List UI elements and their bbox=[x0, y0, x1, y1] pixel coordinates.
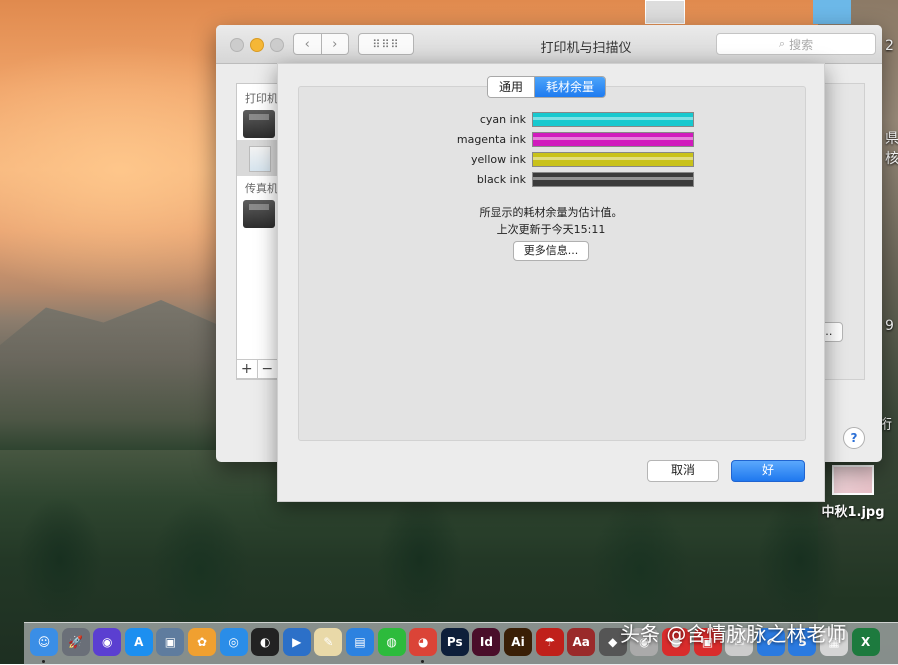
fax-printer-icon[interactable] bbox=[243, 200, 275, 228]
indesign-icon[interactable]: Id bbox=[472, 628, 501, 656]
last-updated-note: 上次更新于今天15:11 bbox=[496, 223, 606, 236]
desktop-text-fragment: 2 bbox=[885, 38, 894, 54]
image-file-icon bbox=[832, 465, 874, 495]
running-indicator bbox=[42, 660, 45, 663]
navigation-buttons: ‹ › bbox=[293, 33, 349, 55]
illustrator-icon[interactable]: Ai bbox=[504, 628, 532, 656]
desktop-file-name: 中秋1.jpg bbox=[821, 505, 885, 520]
desktop-text-fragment: 核 bbox=[885, 151, 898, 167]
chevron-right-icon: › bbox=[332, 36, 338, 52]
fax-section-label: 传真机 bbox=[245, 182, 278, 195]
ink-level-bar bbox=[532, 111, 694, 127]
remove-printer-button[interactable]: − bbox=[258, 360, 278, 378]
supply-levels-panel: cyan ink magenta ink yellow ink black in… bbox=[298, 86, 806, 441]
watermark-text: 头条 @含情脉脉之林老师 bbox=[620, 622, 847, 646]
supply-levels-sheet: 通用 耗材余量 cyan ink magenta ink yellow ink … bbox=[277, 63, 825, 502]
more-info-button[interactable]: 更多信息... bbox=[513, 241, 589, 261]
help-button[interactable]: ? bbox=[843, 427, 865, 449]
search-placeholder: 搜索 bbox=[789, 37, 814, 52]
ink-level-fill bbox=[533, 132, 693, 146]
acrobat-icon[interactable]: ☂ bbox=[535, 628, 564, 656]
cancel-button[interactable]: 取消 bbox=[647, 460, 719, 482]
ink-row-cyan: cyan ink bbox=[395, 111, 695, 127]
ink-level-fill bbox=[533, 172, 693, 186]
window-title: 打印机与扫描仪 bbox=[540, 41, 632, 56]
ink-level-bar bbox=[532, 131, 694, 147]
minimize-window-button[interactable] bbox=[250, 38, 264, 52]
desktop-folder-thumbnail[interactable] bbox=[813, 0, 851, 24]
dictionary-icon[interactable]: Aa bbox=[567, 628, 596, 656]
photo-printer-icon bbox=[249, 146, 271, 172]
printer-icon[interactable] bbox=[243, 110, 275, 138]
textedit-icon[interactable]: ✎ bbox=[314, 628, 343, 656]
chrome-icon[interactable]: ◕ bbox=[409, 628, 438, 656]
ink-row-magenta: magenta ink bbox=[395, 131, 695, 147]
chevron-left-icon: ‹ bbox=[304, 36, 310, 52]
forward-button[interactable]: › bbox=[321, 33, 349, 55]
ink-label: cyan ink bbox=[479, 112, 526, 126]
ink-label: magenta ink bbox=[456, 132, 526, 146]
ink-row-black: black ink bbox=[395, 171, 695, 187]
back-button[interactable]: ‹ bbox=[293, 33, 322, 55]
ink-label: black ink bbox=[476, 172, 526, 186]
ok-button[interactable]: 好 bbox=[731, 460, 805, 482]
grid-icon: ⠿⠿⠿ bbox=[372, 37, 400, 51]
search-input[interactable]: ⌕ 搜索 bbox=[716, 33, 876, 55]
desktop-text-fragment: 県 bbox=[885, 131, 898, 147]
printers-section-label: 打印机 bbox=[245, 92, 278, 105]
wallpaper-cliff-left bbox=[0, 300, 230, 450]
launchpad-icon[interactable]: 🚀 bbox=[61, 628, 90, 656]
tab-supply-levels[interactable]: 耗材余量 bbox=[534, 77, 606, 97]
qq-icon[interactable]: ◐ bbox=[251, 628, 280, 656]
close-window-button[interactable] bbox=[230, 38, 244, 52]
zoom-window-button[interactable] bbox=[270, 38, 284, 52]
preview-icon[interactable]: ▣ bbox=[156, 628, 185, 656]
ink-level-bar bbox=[532, 171, 694, 187]
quicktime-icon[interactable]: ▶ bbox=[282, 628, 311, 656]
estimate-note: 所显示的耗材余量为估计值。 bbox=[479, 206, 623, 219]
siri-icon[interactable]: ◉ bbox=[93, 628, 122, 656]
sheet-tab-control: 通用 耗材余量 bbox=[487, 76, 607, 98]
tab-general[interactable]: 通用 bbox=[488, 77, 535, 97]
photoshop-icon[interactable]: Ps bbox=[440, 628, 469, 656]
desktop-text-fragment: 9 bbox=[885, 318, 894, 334]
finder-icon[interactable]: ☺ bbox=[30, 628, 58, 656]
safari-icon[interactable]: ◎ bbox=[219, 628, 248, 656]
show-all-button[interactable]: ⠿⠿⠿ bbox=[358, 33, 414, 55]
window-titlebar[interactable]: ‹ › ⠿⠿⠿ 打印机与扫描仪 ⌕ 搜索 bbox=[216, 25, 882, 64]
running-indicator bbox=[421, 660, 425, 663]
ink-row-yellow: yellow ink bbox=[395, 151, 695, 167]
ink-level-fill bbox=[533, 112, 693, 126]
add-printer-button[interactable]: + bbox=[237, 360, 258, 378]
add-remove-control: + − bbox=[236, 359, 278, 379]
photos-icon[interactable]: ✿ bbox=[188, 628, 216, 656]
wechat-icon[interactable]: ◍ bbox=[377, 628, 406, 656]
ink-label: yellow ink bbox=[470, 152, 526, 166]
app-store-icon[interactable]: A bbox=[124, 628, 153, 656]
desktop-file[interactable]: 中秋1.jpg bbox=[815, 465, 891, 520]
desktop-thumbnail[interactable] bbox=[645, 0, 685, 24]
ink-level-fill bbox=[533, 152, 693, 166]
excel-icon[interactable]: X bbox=[851, 628, 880, 656]
search-icon: ⌕ bbox=[778, 37, 786, 50]
keynote-icon[interactable]: ▤ bbox=[346, 628, 374, 656]
ink-level-bar bbox=[532, 151, 694, 167]
